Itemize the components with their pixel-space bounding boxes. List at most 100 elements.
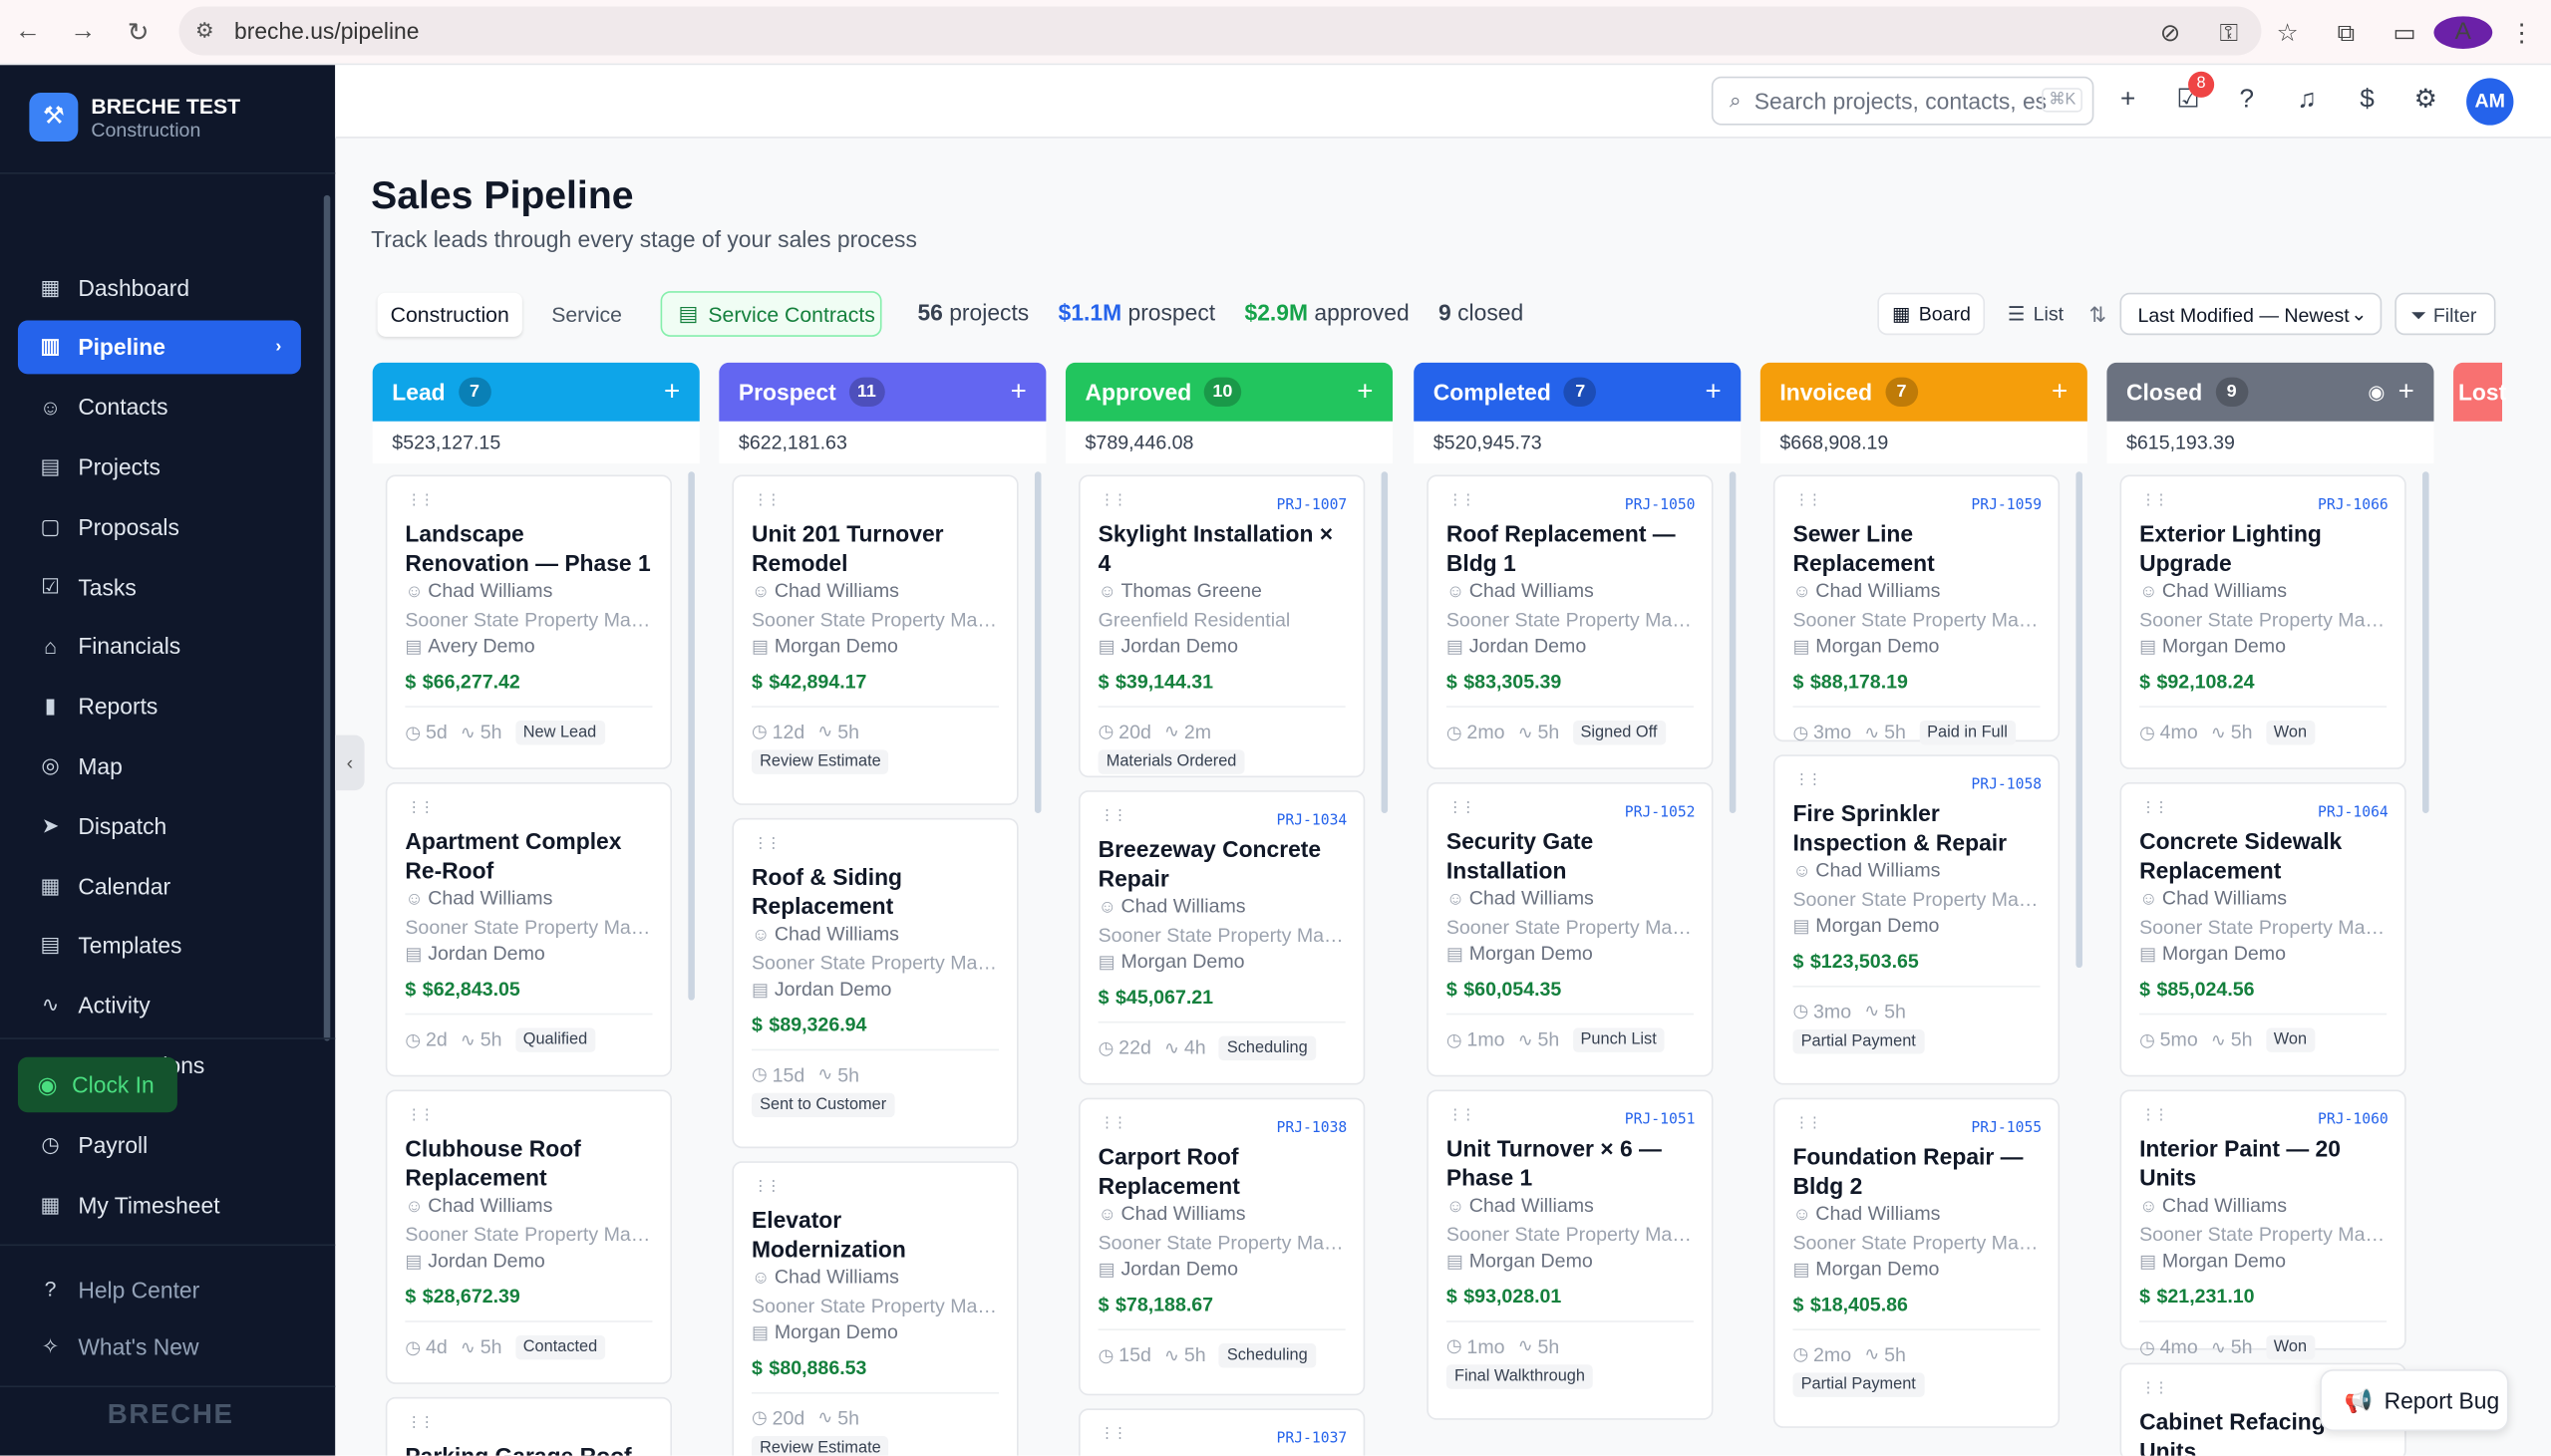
sidebar-item-financials[interactable]: ⌂ Financials: [18, 619, 301, 673]
filter-button[interactable]: ⏷ Filter: [2394, 292, 2496, 336]
reload-icon[interactable]: ↻: [111, 16, 165, 49]
drag-handle-icon[interactable]: ⋮⋮: [407, 1106, 435, 1124]
column-scrollbar[interactable]: [688, 471, 695, 1001]
pipeline-card[interactable]: ⋮⋮ PRJ-1052 Security Gate Installation ☺ Cha…: [1427, 781, 1714, 1077]
pipeline-card[interactable]: ⋮⋮ PRJ-1064 Concrete Sidewalk Replacement ☺…: [2119, 781, 2406, 1077]
card-title[interactable]: Unit Turnover × 6 — Phase 1: [1446, 1135, 1694, 1192]
card-title[interactable]: Carport Roof Replacement: [1099, 1143, 1346, 1200]
drag-handle-icon[interactable]: ⋮⋮: [407, 1413, 435, 1431]
card-title[interactable]: Roof Replacement — Bldg 1: [1446, 520, 1694, 577]
card-title[interactable]: Exterior Lighting Upgrade: [2139, 520, 2387, 577]
card-title[interactable]: Elevator Modernization: [752, 1207, 999, 1264]
column-header[interactable]: Completed 7 +: [1414, 362, 1742, 422]
drag-handle-icon[interactable]: ⋮⋮: [1447, 1106, 1475, 1124]
drag-handle-icon[interactable]: ⋮⋮: [754, 1178, 782, 1196]
bell-icon[interactable]: ♫: [2288, 83, 2327, 122]
drag-handle-icon[interactable]: ⋮⋮: [407, 491, 435, 509]
drag-handle-icon[interactable]: ⋮⋮: [2141, 1379, 2169, 1397]
drag-handle-icon[interactable]: ⋮⋮: [1794, 491, 1822, 509]
drag-handle-icon[interactable]: ⋮⋮: [1794, 771, 1822, 789]
sort-direction-icon[interactable]: ⇅: [2088, 293, 2106, 339]
sidebar-item-pipeline[interactable]: ▥ Pipeline ›: [17, 320, 301, 375]
pipeline-card[interactable]: ⋮⋮ Landscape Renovation — Phase 1 ☺ Chad Wi…: [385, 474, 673, 769]
key-icon[interactable]: ⚿: [2199, 19, 2258, 47]
user-avatar[interactable]: AM: [2466, 78, 2514, 126]
column-scrollbar[interactable]: [2075, 471, 2082, 969]
card-title[interactable]: Sewer Line Replacement: [1792, 520, 2040, 577]
drag-handle-icon[interactable]: ⋮⋮: [1447, 798, 1475, 816]
extensions-icon[interactable]: ⧉: [2317, 19, 2376, 47]
pipeline-card[interactable]: ⋮⋮ PRJ-1007 Skylight Installation × 4 ☺ Thom…: [1079, 474, 1366, 778]
gear-icon[interactable]: ⚙: [2406, 83, 2445, 122]
drag-handle-icon[interactable]: ⋮⋮: [2141, 798, 2169, 816]
pipeline-card[interactable]: ⋮⋮ PRJ-1059 Sewer Line Replacement ☺ Chad Wi…: [1772, 474, 2061, 744]
pipeline-card[interactable]: ⋮⋮ PRJ-1058 Fire Sprinkler Inspection & Re…: [1772, 754, 2061, 1085]
sidebar-item-tasks[interactable]: ☑ Tasks: [18, 559, 301, 613]
card-title[interactable]: Skylight Installation × 4: [1099, 520, 1346, 577]
column-header[interactable]: Invoiced 7 +: [1759, 362, 2087, 422]
pipeline-card[interactable]: ⋮⋮ PRJ-1034 Breezeway Concrete Repair ☺ Chad…: [1079, 790, 1366, 1085]
tab-service[interactable]: Service: [538, 292, 635, 336]
sidebar-item-timesheet[interactable]: ▦ My Timesheet: [18, 1178, 301, 1232]
card-title[interactable]: Clubhouse Roof Replacement: [405, 1135, 652, 1192]
sidebar-collapse-button[interactable]: ‹: [335, 734, 365, 791]
sidebar-item-reports[interactable]: ▮ Reports: [18, 680, 301, 733]
drag-handle-icon[interactable]: ⋮⋮: [2141, 491, 2169, 509]
back-icon[interactable]: ←: [0, 17, 55, 46]
sidebar-item-contacts[interactable]: ☺ Contacts: [18, 380, 301, 434]
drag-handle-icon[interactable]: ⋮⋮: [2141, 1106, 2169, 1124]
address-bar[interactable]: ⚙ breche.us/pipeline: [178, 6, 2262, 56]
drag-handle-icon[interactable]: ⋮⋮: [1447, 491, 1475, 509]
column-header[interactable]: Approved 10 +: [1065, 362, 1393, 422]
drag-handle-icon[interactable]: ⋮⋮: [1100, 1425, 1127, 1443]
profile-avatar[interactable]: A: [2433, 16, 2493, 49]
drag-handle-icon[interactable]: ⋮⋮: [754, 834, 782, 852]
help-icon[interactable]: ?: [2227, 83, 2266, 122]
tab-construction[interactable]: Construction: [377, 291, 522, 337]
add-card-button[interactable]: +: [2398, 376, 2414, 409]
card-title[interactable]: Concrete Sidewalk Replacement: [2139, 828, 2387, 885]
add-card-button[interactable]: +: [1357, 376, 1373, 409]
drag-handle-icon[interactable]: ⋮⋮: [1100, 806, 1127, 824]
column-header[interactable]: Lead 7 +: [372, 362, 700, 422]
sidebar-item-dashboard[interactable]: ▦ Dashboard: [18, 260, 301, 314]
sidebar-item-dispatch[interactable]: ➤ Dispatch: [18, 799, 301, 853]
star-icon[interactable]: ☆: [2258, 18, 2317, 48]
forward-icon[interactable]: →: [55, 17, 110, 46]
sidebar-item-activity[interactable]: ∿ Activity: [18, 979, 301, 1032]
sidebar-item-templates[interactable]: ▤ Templates: [18, 919, 301, 973]
card-title[interactable]: Landscape Renovation — Phase 1: [405, 520, 652, 577]
column-scrollbar[interactable]: [1034, 471, 1042, 813]
sidebar-item-whats-new[interactable]: ✧ What's New: [18, 1319, 301, 1373]
pipeline-card[interactable]: ⋮⋮ PRJ-1055 Foundation Repair — Bldg 2 ☺ Cha…: [1772, 1097, 2061, 1428]
sidebar-item-help[interactable]: ? Help Center: [18, 1262, 301, 1315]
sort-select[interactable]: Last Modified — Newest ⌄: [2119, 292, 2383, 336]
clock-in-button[interactable]: ◉ Clock In: [17, 1056, 177, 1113]
browser-menu-icon[interactable]: ⋮: [2492, 18, 2551, 48]
pipeline-card[interactable]: ⋮⋮ Elevator Modernization ☺ Chad Williams So…: [732, 1161, 1019, 1456]
pipeline-card[interactable]: ⋮⋮ Unit 201 Turnover Remodel ☺ Chad William…: [732, 474, 1019, 805]
add-card-button[interactable]: +: [1011, 376, 1027, 409]
service-contracts-button[interactable]: ▤ Service Contracts: [660, 291, 882, 337]
brand[interactable]: ⚒ BRECHE TEST Construction: [29, 93, 240, 142]
card-title[interactable]: Unit 201 Turnover Remodel: [752, 520, 999, 577]
search-input[interactable]: ⌕ Search projects, contacts, es ⌘K: [1711, 76, 2094, 126]
invoice-icon[interactable]: $: [2348, 83, 2387, 122]
add-card-button[interactable]: +: [664, 376, 680, 409]
sidebar-item-calendar[interactable]: ▦ Calendar: [18, 859, 301, 913]
card-title[interactable]: Interior Paint — 20 Units: [2139, 1135, 2387, 1192]
drag-handle-icon[interactable]: ⋮⋮: [754, 491, 782, 509]
card-title[interactable]: Foundation Repair — Bldg 2: [1792, 1143, 2040, 1200]
pipeline-card[interactable]: ⋮⋮ PRJ-1060 Interior Paint — 20 Units ☺ Chad…: [2119, 1089, 2406, 1359]
pipeline-card[interactable]: ⋮⋮ Parking Garage Roof: [385, 1396, 673, 1456]
column-header[interactable]: Prospect 11 +: [719, 362, 1047, 422]
sidebar-scrollbar[interactable]: [323, 194, 331, 1041]
drag-handle-icon[interactable]: ⋮⋮: [1100, 491, 1127, 509]
card-title[interactable]: Roof & Siding Replacement: [752, 864, 999, 921]
add-card-button[interactable]: +: [1705, 376, 1721, 409]
column-header-lost[interactable]: Lost: [2453, 362, 2506, 422]
card-title[interactable]: Parking Garage Roof: [405, 1443, 652, 1456]
column-header[interactable]: Closed 9 ◉ +: [2106, 362, 2434, 422]
sidebar-item-projects[interactable]: ▤ Projects: [18, 439, 301, 493]
plus-icon[interactable]: +: [2108, 83, 2147, 122]
